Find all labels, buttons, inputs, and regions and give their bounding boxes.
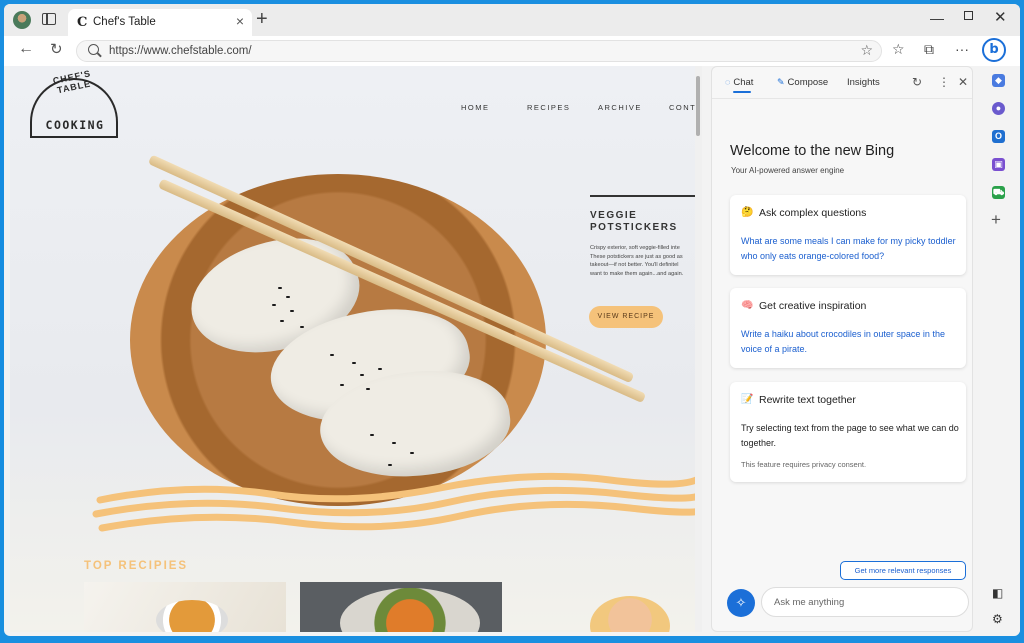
more-responses-button[interactable]: Get more relevant responses — [840, 561, 966, 580]
navigation-bar: ← ↻ https://www.chefstable.com/ ☆ ☆ ⧉ ··… — [4, 36, 1020, 66]
card-prompt-link[interactable]: Write a haiku about crocodiles in outer … — [741, 327, 959, 357]
favicon-icon: C — [77, 15, 88, 30]
suggestion-card-rewrite: 📝 Rewrite text together Try selecting te… — [730, 382, 966, 482]
hero-dumplings-image — [130, 174, 546, 506]
welcome-heading: Welcome to the new Bing — [730, 143, 895, 159]
nav-recipes[interactable]: RECIPES — [527, 103, 570, 112]
outlook-icon[interactable]: O — [992, 130, 1005, 143]
thinking-face-icon: 🤔 — [741, 207, 754, 218]
bing-sidebar-panel: ◌ Chat ✎ Compose Insights ↻ ⋮ ✕ Welcome to… — [711, 66, 973, 632]
url-text: https://www.chefstable.com/ — [109, 45, 252, 57]
new-topic-broom-icon[interactable]: ✧ — [727, 589, 755, 617]
tab-insights[interactable]: Insights — [847, 77, 880, 88]
title-bar: C Chef's Table × + — ✕ — [4, 4, 1020, 36]
tab-actions-icon[interactable] — [42, 12, 56, 25]
compose-icon: ✎ — [777, 77, 785, 87]
decorative-waves — [92, 472, 702, 532]
featured-recipe-description: Crispy exterior, soft veggie-filled inte… — [590, 245, 684, 277]
panel-more-icon[interactable]: ⋮ — [938, 75, 950, 89]
more-menu-icon[interactable]: ··· — [955, 41, 969, 57]
ask-placeholder: Ask me anything — [774, 597, 845, 608]
tab-title: Chef's Table — [93, 16, 156, 28]
page-scrollbar[interactable] — [695, 66, 702, 632]
edge-sidebar: ◆ ● O ▣ ⛟ + ◧ ⚙ — [976, 66, 1020, 632]
bing-chat-icon[interactable]: b — [982, 38, 1006, 62]
shopping-cart-icon[interactable]: ⛟ — [992, 186, 1005, 199]
sidebar-toggle-icon[interactable]: ◧ — [992, 586, 1003, 600]
suggestion-card-inspiration: 🧠 Get creative inspiration Write a haiku… — [730, 288, 966, 368]
memo-icon: 📝 — [741, 394, 754, 405]
favorites-icon[interactable]: ☆ — [892, 41, 905, 58]
settings-gear-icon[interactable]: ⚙ — [992, 612, 1003, 626]
ask-input[interactable]: Ask me anything — [761, 587, 969, 617]
card-heading: Ask complex questions — [759, 207, 867, 219]
minimize-icon[interactable]: — — [930, 10, 944, 26]
tab-close-icon[interactable]: × — [236, 13, 244, 29]
new-tab-icon[interactable]: + — [256, 8, 268, 31]
tab-compose[interactable]: ✎ Compose — [777, 77, 828, 88]
card-heading: Rewrite text together — [759, 394, 856, 406]
tools-icon[interactable]: ● — [992, 102, 1005, 115]
card-prompt-link[interactable]: What are some meals I can make for my pi… — [741, 234, 959, 264]
add-sidebar-app-icon[interactable]: + — [991, 210, 1001, 230]
collections-icon[interactable]: ⧉ — [924, 41, 934, 58]
refresh-chat-icon[interactable]: ↻ — [912, 75, 922, 89]
search-icon — [88, 44, 99, 55]
designer-icon[interactable]: ▣ — [992, 158, 1005, 171]
brain-icon: 🧠 — [741, 300, 754, 311]
nav-home[interactable]: HOME — [461, 103, 490, 112]
logo-text-bottom: COOKING — [45, 118, 105, 132]
recipe-thumbnail-soup[interactable] — [84, 582, 286, 632]
panel-close-icon[interactable]: ✕ — [958, 75, 968, 89]
author-avatar-image — [590, 596, 670, 632]
shopping-tag-icon[interactable]: ◆ — [992, 74, 1005, 87]
refresh-icon[interactable]: ↻ — [50, 40, 63, 58]
suggestion-card-questions: 🤔 Ask complex questions What are some me… — [730, 195, 966, 275]
close-window-icon[interactable]: ✕ — [994, 8, 1007, 26]
card-text: Try selecting text from the page to see … — [741, 423, 959, 448]
privacy-note: This feature requires privacy consent. — [741, 460, 867, 469]
favorite-star-icon[interactable]: ☆ — [860, 42, 873, 59]
web-page: CHEF'S TABLE COOKING HOME RECIPES ARCHIV… — [10, 66, 702, 632]
recipe-thumbnail-plate[interactable] — [300, 582, 502, 632]
top-recipes-heading: TOP RECIPIES — [84, 560, 189, 572]
browser-window: C Chef's Table × + — ✕ ← ↻ https://www.c… — [4, 4, 1020, 636]
maximize-icon[interactable] — [964, 11, 973, 20]
profile-avatar[interactable] — [13, 11, 31, 29]
nav-archive[interactable]: ARCHIVE — [598, 103, 642, 112]
address-bar[interactable]: https://www.chefstable.com/ ☆ — [76, 40, 882, 62]
browser-tab[interactable]: C Chef's Table × — [68, 9, 252, 36]
back-icon[interactable]: ← — [18, 40, 34, 58]
tab-chat[interactable]: ◌ Chat — [725, 77, 753, 88]
welcome-tagline: Your AI-powered answer engine — [731, 166, 845, 175]
card-heading: Get creative inspiration — [759, 300, 867, 312]
chat-icon: ◌ — [725, 77, 731, 87]
featured-recipe-title: VEGGIE POTSTICKERS — [590, 210, 678, 233]
view-recipe-button[interactable]: VIEW RECIPE — [589, 306, 663, 328]
